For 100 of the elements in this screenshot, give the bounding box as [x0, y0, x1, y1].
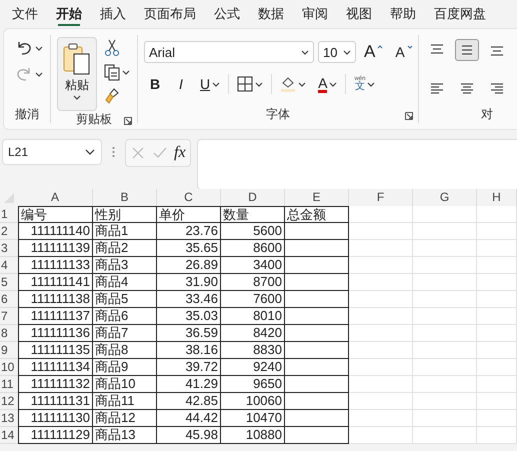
empty-cell: [413, 359, 477, 376]
row-header[interactable]: 2: [0, 223, 18, 240]
paste-button[interactable]: 粘贴: [57, 37, 97, 111]
row-header[interactable]: 12: [0, 393, 18, 410]
table-cell: 38.16: [157, 342, 221, 359]
menu-tab[interactable]: 文件: [4, 0, 46, 27]
bold-button[interactable]: B: [144, 73, 166, 95]
menu-tab[interactable]: 帮助: [382, 0, 424, 27]
row-header[interactable]: 11: [0, 376, 18, 393]
empty-cell: [413, 240, 477, 257]
empty-cell: [285, 308, 349, 325]
dialog-launcher-button[interactable]: [404, 111, 414, 121]
row-header[interactable]: 9: [0, 342, 18, 359]
empty-cell: [285, 274, 349, 291]
table-cell: 商品8: [93, 342, 157, 359]
row-header[interactable]: 7: [0, 308, 18, 325]
row-header[interactable]: 14: [0, 427, 18, 444]
caret-icon: [35, 46, 43, 50]
insert-function-button[interactable]: fx: [174, 144, 186, 162]
underline-button[interactable]: U: [196, 73, 224, 95]
empty-cell: [477, 427, 517, 444]
align-middle-button[interactable]: [455, 39, 479, 61]
decrease-font-size-button[interactable]: A: [391, 41, 417, 63]
row-header[interactable]: 1: [0, 206, 18, 223]
increase-font-size-button[interactable]: A: [360, 41, 388, 63]
column-header[interactable]: G: [413, 189, 477, 206]
table-cell: 111111137: [18, 308, 93, 325]
empty-cell: [413, 291, 477, 308]
empty-cell: [285, 342, 349, 359]
empty-cell: [349, 427, 413, 444]
paint-bucket-icon: [280, 76, 296, 92]
scissors-icon: [104, 39, 120, 57]
row-header[interactable]: 4: [0, 257, 18, 274]
empty-cell: [285, 393, 349, 410]
font-name-dropdown[interactable]: Arial: [144, 41, 314, 63]
table-cell: 8420: [221, 325, 285, 342]
caret-icon: [212, 82, 220, 86]
cancel-icon: [131, 146, 145, 160]
empty-cell: [285, 410, 349, 427]
caret-icon: [122, 70, 130, 74]
italic-button[interactable]: I: [170, 73, 192, 95]
table-cell: 8600: [221, 240, 285, 257]
column-header[interactable]: C: [157, 189, 221, 206]
empty-cell: [349, 376, 413, 393]
dialog-launcher-button[interactable]: [123, 116, 133, 126]
empty-cell: [477, 325, 517, 342]
brush-icon: [104, 87, 120, 105]
row-header[interactable]: 6: [0, 291, 18, 308]
copy-icon: [104, 63, 120, 81]
formula-input-field[interactable]: [196, 139, 517, 190]
empty-cell: [477, 274, 517, 291]
empty-cell: [477, 240, 517, 257]
empty-cell: [413, 257, 477, 274]
table-cell: 33.46: [157, 291, 221, 308]
column-header[interactable]: D: [221, 189, 285, 206]
menu-tab[interactable]: 页面布局: [136, 0, 204, 27]
menu-tab[interactable]: 百度网盘: [426, 0, 494, 27]
empty-cell: [349, 240, 413, 257]
font-color-button[interactable]: A: [314, 73, 342, 95]
table-cell: 商品2: [93, 240, 157, 257]
empty-cell: [413, 376, 477, 393]
table-cell: 42.85: [157, 393, 221, 410]
row-header[interactable]: 10: [0, 359, 18, 376]
empty-cell: [285, 325, 349, 342]
table-cell: 39.72: [157, 359, 221, 376]
table-cell: 商品4: [93, 274, 157, 291]
table-cell: 商品5: [93, 291, 157, 308]
row-header[interactable]: 8: [0, 325, 18, 342]
column-heading: 总金额: [285, 206, 349, 223]
menu-tab[interactable]: 审阅: [294, 0, 336, 27]
empty-cell: [285, 240, 349, 257]
menu-tab[interactable]: 插入: [92, 0, 134, 27]
menu-tab[interactable]: 视图: [338, 0, 380, 27]
menu-tab[interactable]: 开始: [48, 0, 90, 27]
column-header[interactable]: E: [285, 189, 349, 206]
table-cell: 36.59: [157, 325, 221, 342]
table-cell: 41.29: [157, 376, 221, 393]
row-header[interactable]: 3: [0, 240, 18, 257]
column-header[interactable]: H: [477, 189, 517, 206]
name-box[interactable]: L21: [2, 139, 102, 165]
column-header[interactable]: B: [93, 189, 157, 206]
menu-tab[interactable]: 公式: [206, 0, 248, 27]
column-header[interactable]: A: [18, 189, 93, 206]
empty-cell: [413, 427, 477, 444]
group-label: 剪贴板: [76, 111, 112, 128]
menu-tab[interactable]: 数据: [250, 0, 292, 27]
table-cell: 商品1: [93, 223, 157, 240]
table-cell: 5600: [221, 223, 285, 240]
table-cell: 35.65: [157, 240, 221, 257]
column-header[interactable]: F: [349, 189, 413, 206]
font-size-dropdown[interactable]: 10: [318, 41, 356, 63]
empty-cell: [349, 291, 413, 308]
table-cell: 商品13: [93, 427, 157, 444]
empty-cell: [477, 359, 517, 376]
table-cell: 111111138: [18, 291, 93, 308]
group-label: 撤消: [15, 106, 39, 122]
caret-icon: [301, 50, 309, 54]
empty-cell: [349, 325, 413, 342]
row-header[interactable]: 5: [0, 274, 18, 291]
row-header[interactable]: 13: [0, 410, 18, 427]
